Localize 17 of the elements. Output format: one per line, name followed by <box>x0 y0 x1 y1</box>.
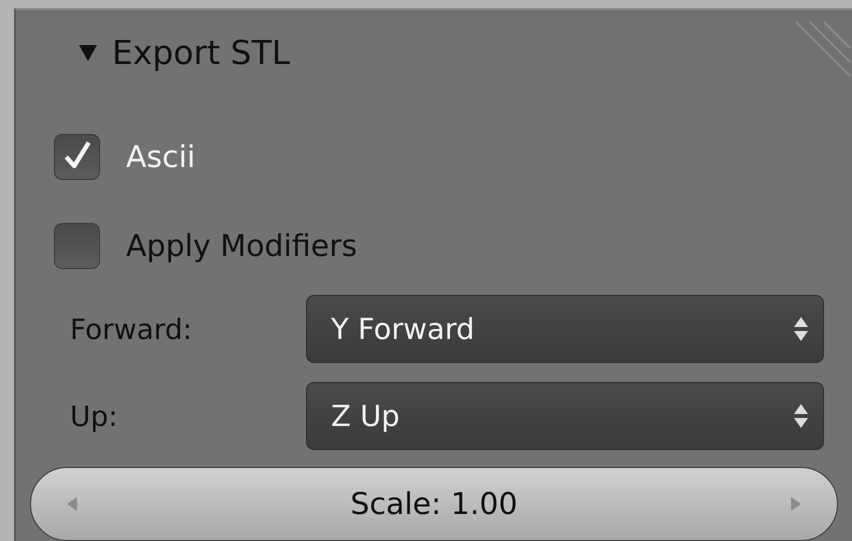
dropdown[interactable]: Y Forward <box>306 295 824 363</box>
collapse-triangle-icon[interactable] <box>78 42 98 62</box>
increment-arrow-icon[interactable] <box>791 497 801 511</box>
field-label: Forward: <box>69 312 194 346</box>
checkbox-label: Apply Modifiers <box>126 228 358 264</box>
scale-value: Scale: 1.00 <box>350 486 518 522</box>
checkbox[interactable] <box>54 134 100 180</box>
dropdown[interactable]: Z Up <box>306 382 824 450</box>
checkbox[interactable] <box>54 223 100 269</box>
up-down-arrows-icon <box>793 316 809 342</box>
scale-number-field[interactable]: Scale: 1.00 <box>30 467 838 541</box>
drag-handle-icon[interactable] <box>796 20 852 76</box>
panel-title: Export STL <box>112 32 290 72</box>
field-label: Up: <box>69 400 119 432</box>
decrement-arrow-icon[interactable] <box>67 497 77 511</box>
up-down-arrows-icon <box>793 403 809 429</box>
checkbox-label: Ascii <box>126 140 196 174</box>
